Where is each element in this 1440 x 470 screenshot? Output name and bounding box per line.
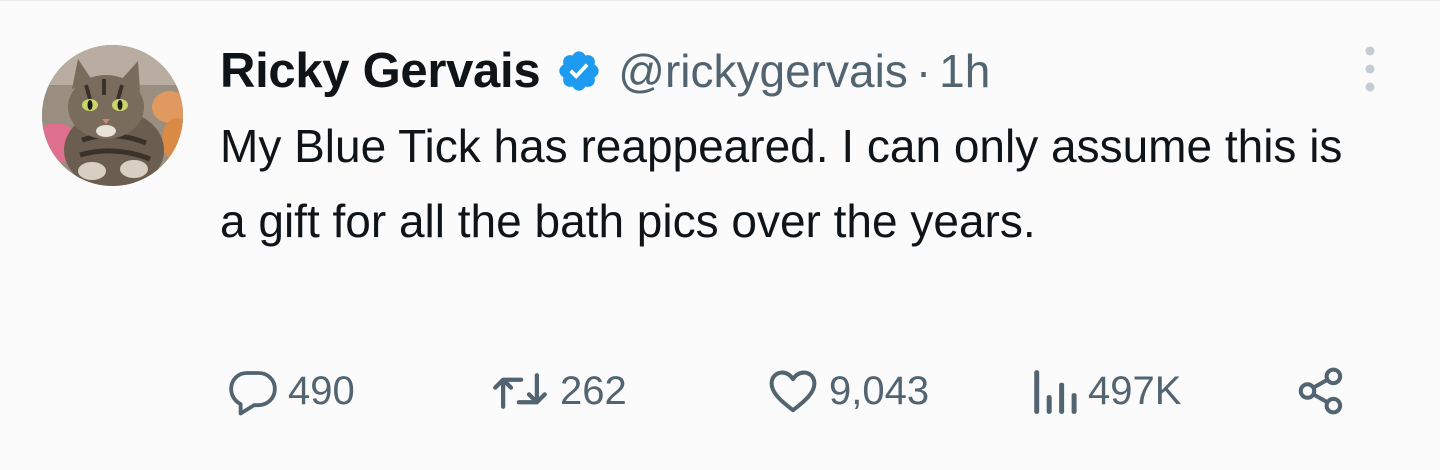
avatar[interactable] xyxy=(42,45,183,186)
share-button[interactable] xyxy=(1294,356,1348,426)
tweet-text: My Blue Tick has reappeared. I can only … xyxy=(220,120,1343,247)
reply-icon xyxy=(226,364,280,418)
tweet-timestamp[interactable]: 1h xyxy=(939,44,990,98)
header-separator: · xyxy=(915,45,932,97)
retweet-count: 262 xyxy=(560,368,627,413)
author-handle[interactable]: @rickygervais xyxy=(618,44,908,98)
retweet-icon xyxy=(488,364,552,418)
like-button[interactable]: 9,043 xyxy=(765,356,929,426)
views-button[interactable]: 497K xyxy=(1030,356,1181,426)
views-chart-icon xyxy=(1030,364,1080,418)
like-count: 9,043 xyxy=(829,368,930,413)
tweet-card[interactable]: Ricky Gervais @rickygervais · 1h My Blue… xyxy=(0,0,1440,470)
tweet-actions: 490 262 9,043 497K xyxy=(220,356,1360,426)
views-count: 497K xyxy=(1088,368,1182,413)
cat-avatar-image xyxy=(42,45,183,186)
tweet-header: Ricky Gervais @rickygervais · 1h xyxy=(220,39,990,103)
author-display-name[interactable]: Ricky Gervais xyxy=(220,43,541,99)
reply-button[interactable]: 490 xyxy=(226,356,355,426)
verified-badge-icon[interactable] xyxy=(556,48,602,94)
heart-icon xyxy=(765,364,821,418)
reply-count: 490 xyxy=(288,368,355,413)
more-vertical-icon[interactable] xyxy=(1352,41,1388,97)
share-icon xyxy=(1294,364,1348,418)
retweet-button[interactable]: 262 xyxy=(488,356,627,426)
